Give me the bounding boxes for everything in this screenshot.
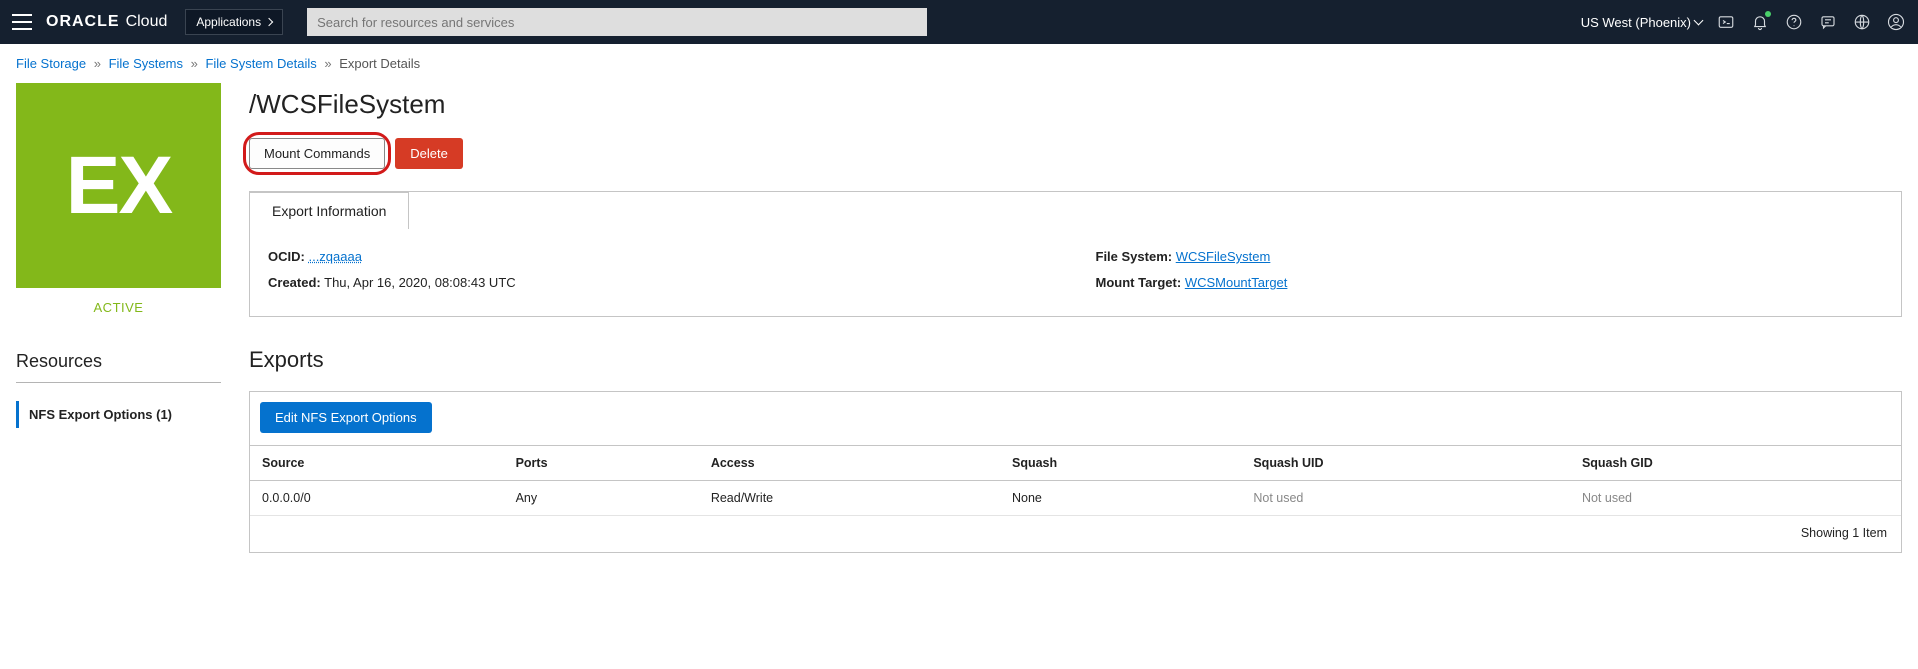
created-label: Created: xyxy=(268,275,321,290)
cloud-shell-icon[interactable] xyxy=(1716,12,1736,32)
right-column: /WCSFileSystem Mount Commands Delete Exp… xyxy=(249,83,1902,553)
cell-ports: Any xyxy=(504,481,699,516)
tab-export-information[interactable]: Export Information xyxy=(249,192,409,229)
table-row: 0.0.0.0/0 Any Read/Write None Not used N… xyxy=(250,481,1901,516)
cell-access: Read/Write xyxy=(699,481,1000,516)
profile-icon[interactable] xyxy=(1886,12,1906,32)
filesystem-row: File System: WCSFileSystem xyxy=(1096,244,1884,270)
breadcrumb-sep: » xyxy=(94,56,101,71)
exports-table-wrap: Edit NFS Export Options Source Ports Acc… xyxy=(249,391,1902,553)
breadcrumb-file-storage[interactable]: File Storage xyxy=(16,56,86,71)
breadcrumb-sep: » xyxy=(191,56,198,71)
filesystem-label: File System: xyxy=(1096,249,1173,264)
left-column: EX ACTIVE Resources NFS Export Options (… xyxy=(16,83,221,428)
created-row: Created: Thu, Apr 16, 2020, 08:08:43 UTC xyxy=(268,270,1056,296)
resources-list: NFS Export Options (1) xyxy=(16,401,221,428)
col-access: Access xyxy=(699,446,1000,481)
brand-bold: ORACLE xyxy=(46,13,120,31)
cell-squash-gid: Not used xyxy=(1570,481,1901,516)
help-icon[interactable] xyxy=(1784,12,1804,32)
chat-icon[interactable] xyxy=(1818,12,1838,32)
cell-squash: None xyxy=(1000,481,1241,516)
cell-source: 0.0.0.0/0 xyxy=(250,481,504,516)
mounttarget-link[interactable]: WCSMountTarget xyxy=(1185,275,1288,290)
status-badge: ACTIVE xyxy=(16,300,221,315)
exports-heading: Exports xyxy=(249,347,1902,373)
col-ports: Ports xyxy=(504,446,699,481)
breadcrumb-current: Export Details xyxy=(339,56,420,71)
mount-commands-button[interactable]: Mount Commands xyxy=(249,138,385,169)
chevron-right-icon xyxy=(265,18,273,26)
menu-icon[interactable] xyxy=(12,14,32,30)
resource-type-icon: EX xyxy=(16,83,221,288)
page-title: /WCSFileSystem xyxy=(249,89,1902,120)
resource-icon-text: EX xyxy=(66,139,171,233)
breadcrumb-sep: » xyxy=(324,56,331,71)
brand-logo: ORACLE Cloud xyxy=(46,13,167,31)
exports-table: Source Ports Access Squash Squash UID Sq… xyxy=(250,445,1901,516)
ocid-row: OCID: ...zqaaaa xyxy=(268,244,1056,270)
sidebar-item-nfs-export-options[interactable]: NFS Export Options (1) xyxy=(16,401,221,428)
applications-button[interactable]: Applications xyxy=(185,9,283,35)
search-wrap xyxy=(307,8,927,36)
globe-icon[interactable] xyxy=(1852,12,1872,32)
tab-body: OCID: ...zqaaaa Created: Thu, Apr 16, 20… xyxy=(250,228,1901,316)
nav-right: US West (Phoenix) xyxy=(1581,12,1906,32)
resources-heading: Resources xyxy=(16,351,221,383)
breadcrumb: File Storage » File Systems » File Syste… xyxy=(0,44,1918,83)
mounttarget-label: Mount Target: xyxy=(1096,275,1182,290)
ocid-value[interactable]: ...zqaaaa xyxy=(308,249,362,264)
region-selector[interactable]: US West (Phoenix) xyxy=(1581,15,1702,30)
region-label: US West (Phoenix) xyxy=(1581,15,1691,30)
info-col-right: File System: WCSFileSystem Mount Target:… xyxy=(1096,244,1884,296)
ocid-label: OCID: xyxy=(268,249,305,264)
export-info-panel: Export Information OCID: ...zqaaaa Creat… xyxy=(249,191,1902,317)
mounttarget-row: Mount Target: WCSMountTarget xyxy=(1096,270,1884,296)
filesystem-link[interactable]: WCSFileSystem xyxy=(1176,249,1271,264)
brand-light: Cloud xyxy=(126,13,168,31)
table-footer: Showing 1 Item xyxy=(250,516,1901,552)
col-squash-uid: Squash UID xyxy=(1241,446,1570,481)
chevron-down-icon xyxy=(1694,16,1704,26)
notifications-icon[interactable] xyxy=(1750,12,1770,32)
search-input[interactable] xyxy=(307,8,927,36)
cell-squash-uid: Not used xyxy=(1241,481,1570,516)
info-col-left: OCID: ...zqaaaa Created: Thu, Apr 16, 20… xyxy=(268,244,1056,296)
col-squash: Squash xyxy=(1000,446,1241,481)
delete-button[interactable]: Delete xyxy=(395,138,463,169)
applications-label: Applications xyxy=(196,15,261,29)
breadcrumb-file-system-details[interactable]: File System Details xyxy=(205,56,316,71)
top-navbar: ORACLE Cloud Applications US West (Phoen… xyxy=(0,0,1918,44)
action-row: Mount Commands Delete xyxy=(249,138,1902,169)
highlight-annotation: Mount Commands xyxy=(249,138,385,169)
edit-nfs-export-options-button[interactable]: Edit NFS Export Options xyxy=(260,402,432,433)
col-squash-gid: Squash GID xyxy=(1570,446,1901,481)
tab-header: Export Information xyxy=(250,192,1901,228)
col-source: Source xyxy=(250,446,504,481)
table-actions: Edit NFS Export Options xyxy=(250,392,1901,445)
table-header-row: Source Ports Access Squash Squash UID Sq… xyxy=(250,446,1901,481)
main-layout: EX ACTIVE Resources NFS Export Options (… xyxy=(0,83,1918,553)
breadcrumb-file-systems[interactable]: File Systems xyxy=(109,56,183,71)
created-value: Thu, Apr 16, 2020, 08:08:43 UTC xyxy=(324,275,516,290)
